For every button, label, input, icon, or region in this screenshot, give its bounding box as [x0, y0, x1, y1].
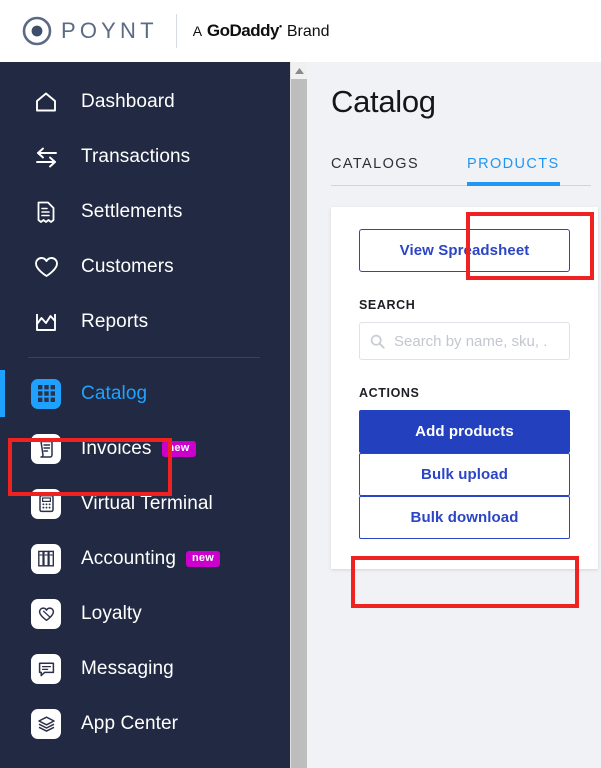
bulk-upload-button[interactable]: Bulk upload: [359, 453, 570, 496]
sidebar-item-label: App Center: [81, 712, 179, 734]
actions-button-stack: Add products Bulk upload Bulk download: [359, 410, 570, 539]
sidebar-item-invoices[interactable]: Invoices new: [0, 421, 290, 476]
sidebar-divider: [28, 357, 260, 358]
godaddy-wordmark: GoDaddy: [206, 21, 280, 40]
grid-icon: [30, 378, 62, 410]
magnifier-icon: [370, 334, 385, 349]
actions-section-label: ACTIONS: [359, 386, 420, 400]
calculator-icon: [30, 488, 62, 520]
search-section-label: SEARCH: [359, 298, 416, 312]
sidebar-item-label: Transactions: [81, 145, 191, 167]
new-badge: new: [186, 550, 221, 567]
top-brand-bar: POYNT A GoDaddy• Brand: [0, 0, 601, 62]
view-spreadsheet-button[interactable]: View Spreadsheet: [359, 229, 570, 272]
poynt-circle-mark-icon: [22, 16, 52, 46]
sidebar-item-loyalty[interactable]: Loyalty: [0, 586, 290, 641]
transfer-arrows-icon: [30, 141, 62, 173]
main-content: Catalog CATALOGS PRODUCTS View Spreadshee…: [307, 62, 601, 768]
sidebar-item-label: Invoices: [81, 437, 152, 459]
add-products-button[interactable]: Add products: [359, 410, 570, 453]
brand-divider: [175, 14, 177, 48]
layers-icon: [30, 708, 62, 740]
trademark-dot: •: [278, 21, 283, 32]
tab-products[interactable]: PRODUCTS: [467, 156, 560, 186]
sidebar-item-virtual-terminal[interactable]: Virtual Terminal: [0, 476, 290, 531]
triangle-up-icon: [294, 67, 304, 74]
sidebar-item-label: Customers: [81, 255, 174, 277]
search-input[interactable]: [394, 332, 559, 350]
search-field-wrapper[interactable]: [359, 322, 570, 360]
sidebar-item-label: Reports: [81, 310, 149, 332]
tagline-prefix: A: [192, 23, 203, 39]
sidebar-item-label: Messaging: [81, 657, 174, 679]
poynt-logo[interactable]: POYNT: [22, 16, 158, 46]
sidebar-item-settlements[interactable]: Settlements: [0, 184, 290, 239]
new-badge: new: [161, 440, 196, 457]
scrollbar-thumb[interactable]: [291, 79, 308, 768]
home-icon: [30, 86, 62, 118]
sidebar-item-label: Loyalty: [81, 602, 142, 624]
sidebar-item-label: Catalog: [81, 382, 148, 404]
chart-line-icon: [30, 306, 62, 338]
scroll-up-button[interactable]: [291, 62, 307, 79]
godaddy-brand-tagline: A GoDaddy• Brand: [193, 21, 330, 41]
sidebar-item-app-center[interactable]: App Center: [0, 696, 290, 751]
tab-catalogs[interactable]: CATALOGS: [331, 156, 419, 185]
poynt-wordmark: POYNT: [61, 18, 158, 43]
page-title: Catalog: [331, 84, 436, 119]
sidebar-item-transactions[interactable]: Transactions: [0, 129, 290, 184]
bulk-download-button[interactable]: Bulk download: [359, 496, 570, 539]
sidebar-item-dashboard[interactable]: Dashboard: [0, 74, 290, 129]
receipt-icon: [30, 196, 62, 228]
sidebar-item-customers[interactable]: Customers: [0, 239, 290, 294]
sidebar-nav: Dashboard Transactions Settlements Custom…: [0, 62, 290, 768]
sidebar-item-catalog[interactable]: Catalog: [0, 366, 290, 421]
sidebar-item-label: Virtual Terminal: [81, 492, 213, 514]
sidebar-item-messaging[interactable]: Messaging: [0, 641, 290, 696]
heart-hand-icon: [30, 598, 62, 630]
chat-bubble-icon: [30, 653, 62, 685]
sidebar-scrollbar[interactable]: [290, 62, 308, 768]
tab-bar: CATALOGS PRODUCTS: [331, 142, 591, 186]
sidebar-item-accounting[interactable]: Accounting new: [0, 531, 290, 586]
heart-icon: [30, 251, 62, 283]
tagline-suffix: Brand: [286, 23, 330, 40]
products-actions-card: View Spreadsheet SEARCH ACTIONS Add prod…: [331, 207, 598, 569]
sidebar-item-label: Accounting: [81, 547, 177, 569]
sidebar-item-label: Dashboard: [81, 90, 175, 112]
ledger-books-icon: [30, 543, 62, 575]
sidebar-item-label: Settlements: [81, 200, 183, 222]
invoice-scroll-icon: [30, 433, 62, 465]
app-body: Dashboard Transactions Settlements Custom…: [0, 62, 601, 768]
sidebar-item-reports[interactable]: Reports: [0, 294, 290, 349]
